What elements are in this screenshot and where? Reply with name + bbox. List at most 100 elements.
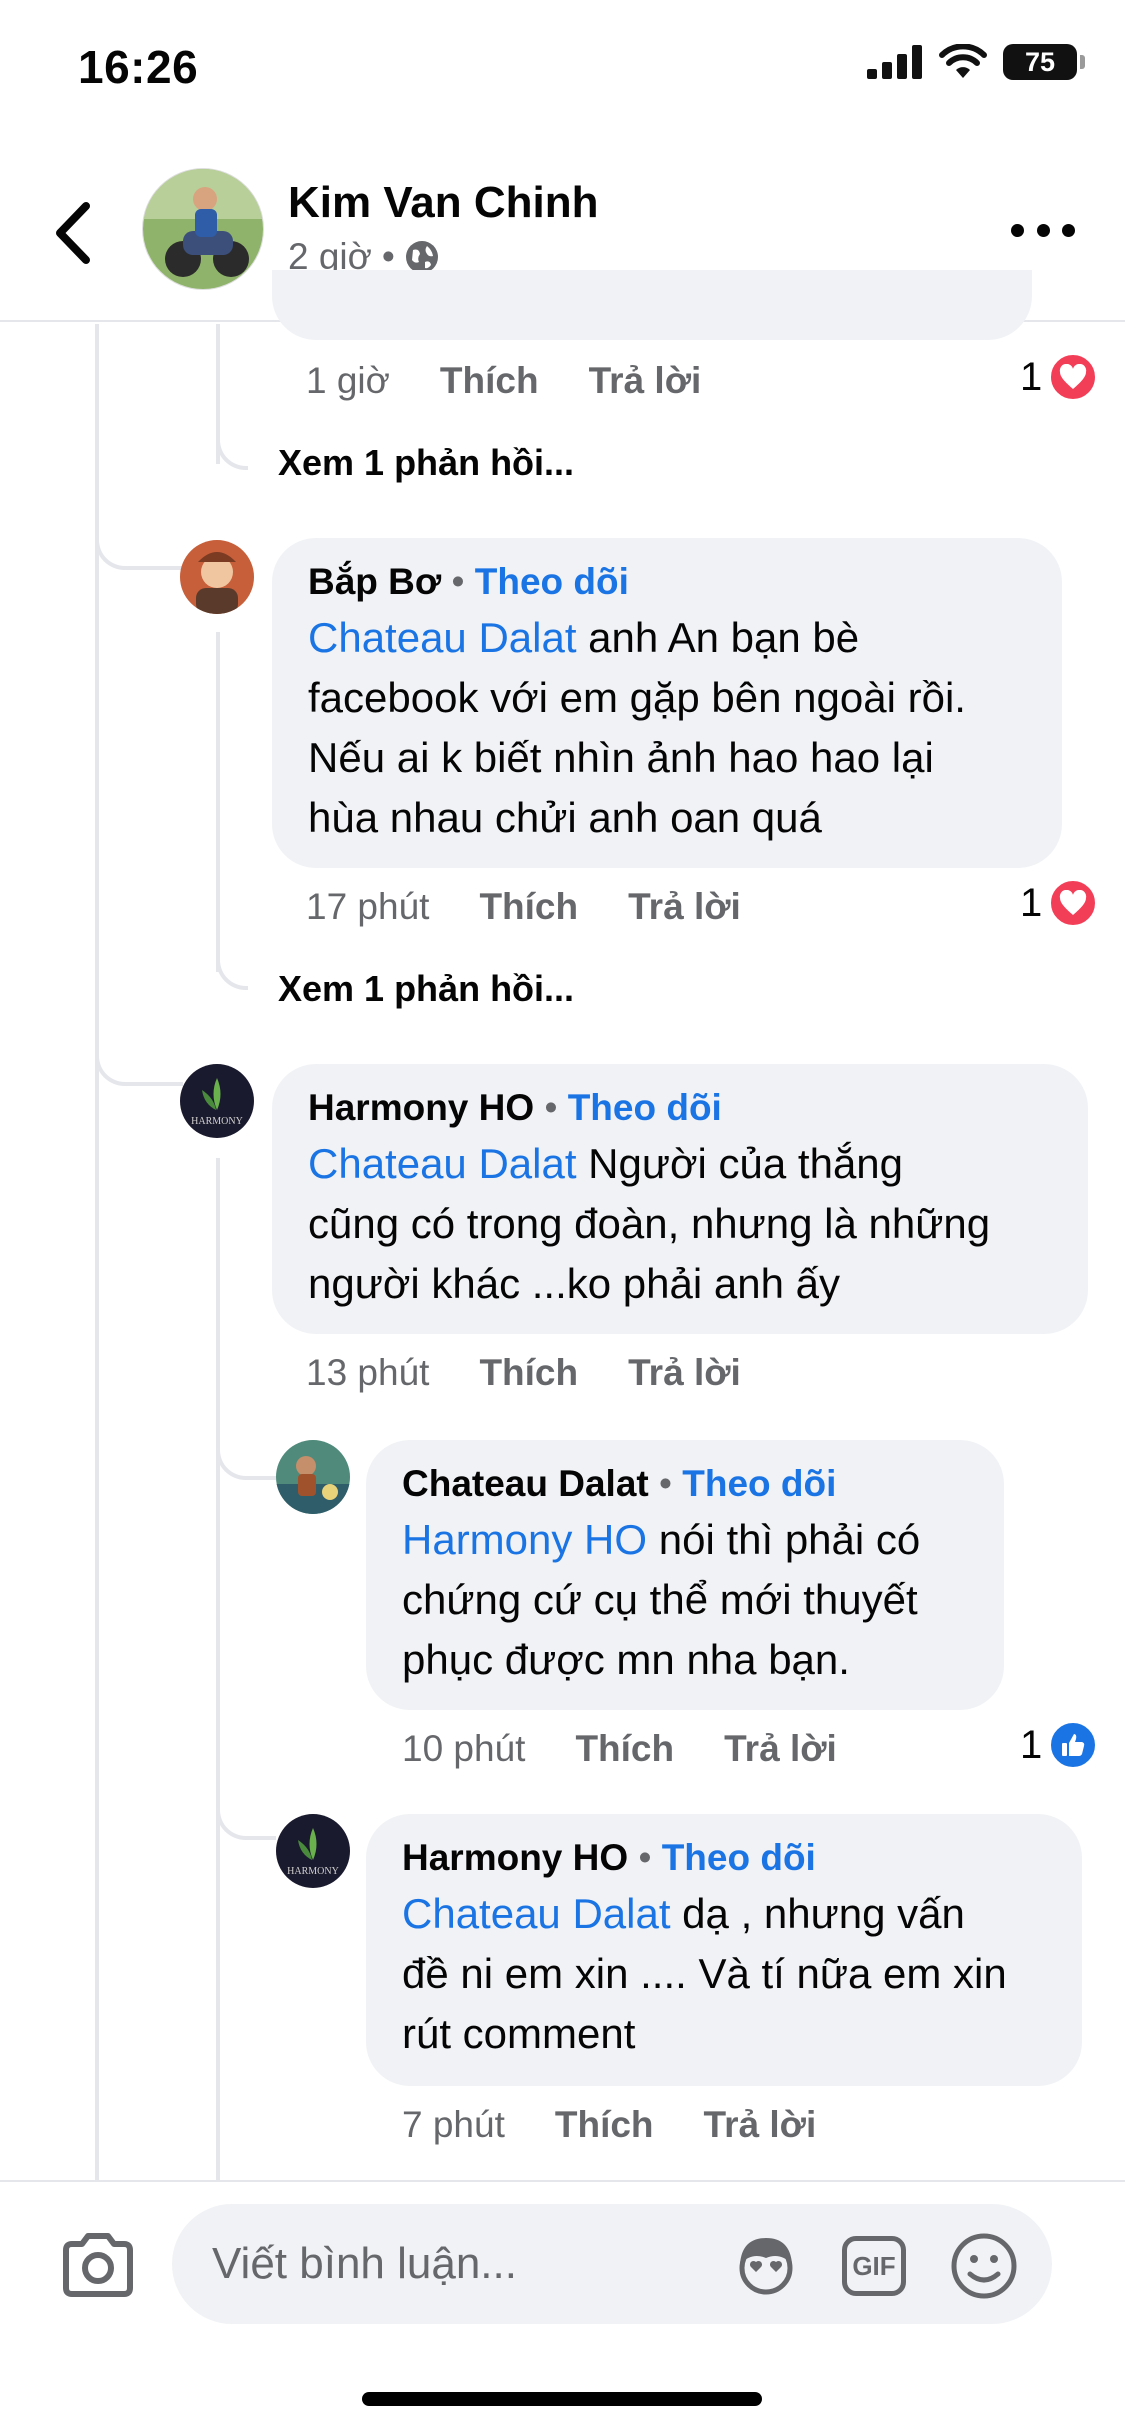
commenter-avatar[interactable] xyxy=(180,540,254,614)
mention-link[interactable]: Chateau Dalat xyxy=(308,1140,577,1187)
comment-bubble[interactable]: Chateau Dalat • Theo dõi Harmony HO nói … xyxy=(366,1440,1004,1710)
reaction-count: 1 xyxy=(1020,880,1043,925)
home-indicator[interactable] xyxy=(362,2392,762,2406)
wifi-icon xyxy=(939,44,987,78)
thread-line-main xyxy=(95,324,99,2180)
more-options-button[interactable] xyxy=(1011,210,1075,250)
avatar-sticker-icon[interactable] xyxy=(730,2230,802,2302)
comment-time: 1 giờ xyxy=(306,360,390,401)
status-bar: 16:26 75 xyxy=(0,0,1125,140)
comment-meta: 7 phút Thích Trả lời xyxy=(402,2104,816,2146)
camera-icon[interactable] xyxy=(60,2230,136,2300)
thread-line-reply xyxy=(216,1158,220,2180)
thread-curve xyxy=(216,1760,276,1840)
comment-text-segment: nói thì phải có xyxy=(647,1516,921,1563)
commenter-avatar[interactable]: HARMONY xyxy=(180,1064,254,1138)
comment-bubble[interactable]: Harmony HO • Theo dõi Chateau Dalat Ngườ… xyxy=(272,1064,1088,1334)
comment-text-line: chứng cứ cụ thể mới thuyết xyxy=(402,1576,918,1623)
thread-curve xyxy=(95,324,183,570)
like-button[interactable]: Thích xyxy=(575,1728,674,1770)
like-button[interactable]: Thích xyxy=(555,2104,654,2146)
heart-icon xyxy=(1048,878,1099,928)
like-icon xyxy=(1048,1720,1099,1770)
svg-text:HARMONY: HARMONY xyxy=(287,1866,339,1877)
thread-curve xyxy=(216,1400,276,1480)
author-separator: • xyxy=(659,1463,672,1504)
commenter-avatar[interactable] xyxy=(276,1440,350,1514)
gif-button[interactable]: GIF xyxy=(838,2230,910,2302)
emoji-icon[interactable] xyxy=(948,2230,1020,2302)
comment-bubble[interactable]: Bắp Bơ • Theo dõi Chateau Dalat anh An b… xyxy=(272,538,1062,868)
comment-meta: 10 phút Thích Trả lời xyxy=(402,1728,837,1770)
more-dot xyxy=(1062,223,1075,237)
comment-time: 17 phút xyxy=(306,886,430,927)
comment-text-line: hùa nhau chửi anh oan quá xyxy=(308,794,822,841)
comment-text-line: người khác ...ko phải anh ấy xyxy=(308,1260,840,1307)
mention-link[interactable]: Harmony HO xyxy=(402,1516,647,1563)
comment-header: Harmony HO • Theo dõi xyxy=(308,1086,1056,1130)
battery-icon: 75 xyxy=(1003,44,1085,80)
reply-button[interactable]: Trả lời xyxy=(589,360,702,402)
comment-author[interactable]: Harmony HO xyxy=(402,1837,628,1878)
comment-text-segment: anh An bạn bè xyxy=(576,614,860,661)
more-dot xyxy=(1011,223,1024,237)
thread-curve xyxy=(216,960,248,990)
comment-text: Harmony HO nói thì phải có chứng cứ cụ t… xyxy=(402,1510,972,1690)
heart-icon xyxy=(1048,352,1099,402)
reply-button[interactable]: Trả lời xyxy=(628,886,741,928)
comment-text: Chateau Dalat dạ , nhưng vấn đề ni em xi… xyxy=(402,1884,1050,2064)
comment-bubble-cropped xyxy=(272,270,1032,340)
comment-text: Chateau Dalat anh An bạn bè facebook với… xyxy=(308,608,1030,848)
follow-button[interactable]: Theo dõi xyxy=(682,1463,836,1504)
mention-link[interactable]: Chateau Dalat xyxy=(402,1890,671,1937)
comment-time: 13 phút xyxy=(306,1352,430,1393)
author-name[interactable]: Kim Van Chinh xyxy=(288,178,598,228)
comment-text: Chateau Dalat Người của thắng cũng có tr… xyxy=(308,1134,1056,1314)
back-button[interactable] xyxy=(48,198,100,268)
reply-button[interactable]: Trả lời xyxy=(704,2104,817,2146)
follow-button[interactable]: Theo dõi xyxy=(475,561,629,602)
reaction-summary[interactable]: 1 xyxy=(1020,352,1099,402)
thread-curve xyxy=(95,840,183,1086)
comment-header: Chateau Dalat • Theo dõi xyxy=(402,1462,972,1506)
comment-text-line: rút comment xyxy=(402,2010,636,2057)
comment-input[interactable] xyxy=(172,2204,1052,2324)
like-button[interactable]: Thích xyxy=(479,886,578,928)
follow-button[interactable]: Theo dõi xyxy=(568,1087,722,1128)
svg-text:HARMONY: HARMONY xyxy=(191,1116,243,1127)
reaction-summary[interactable]: 1 xyxy=(1020,878,1099,928)
status-time: 16:26 xyxy=(78,41,199,93)
like-button[interactable]: Thích xyxy=(479,1352,578,1394)
reply-button[interactable]: Trả lời xyxy=(628,1352,741,1394)
reaction-count: 1 xyxy=(1020,1722,1043,1767)
reply-button[interactable]: Trả lời xyxy=(724,1728,837,1770)
comment-bubble[interactable]: Harmony HO • Theo dõi Chateau Dalat dạ ,… xyxy=(366,1814,1082,2086)
comment-meta: 13 phút Thích Trả lời xyxy=(306,1352,741,1394)
comment-time: 7 phút xyxy=(402,2104,505,2145)
comment-time: 10 phút xyxy=(402,1728,526,1769)
comment-header: Harmony HO • Theo dõi xyxy=(402,1836,1050,1880)
comment-author[interactable]: Harmony HO xyxy=(308,1087,534,1128)
comment-header: Bắp Bơ • Theo dõi xyxy=(308,560,1030,604)
author-avatar[interactable] xyxy=(142,168,264,290)
author-separator: • xyxy=(638,1837,652,1878)
comment-author[interactable]: Bắp Bơ xyxy=(308,561,441,602)
reaction-summary[interactable]: 1 xyxy=(1020,1720,1099,1770)
more-dot xyxy=(1036,223,1050,237)
commenter-avatar[interactable]: HARMONY xyxy=(276,1814,350,1888)
author-separator: • xyxy=(544,1087,558,1128)
globe-icon xyxy=(405,241,438,273)
comment-meta: 17 phút Thích Trả lời xyxy=(306,886,741,928)
comment-text-line: facebook với em gặp bên ngoài rồi. xyxy=(308,674,966,721)
mention-link[interactable]: Chateau Dalat xyxy=(308,614,577,661)
like-button[interactable]: Thích xyxy=(440,360,539,402)
comment-author[interactable]: Chateau Dalat xyxy=(402,1463,649,1504)
comment-meta: 1 giờ Thích Trả lời xyxy=(306,360,701,402)
gif-label: GIF xyxy=(842,2236,906,2296)
see-replies-link[interactable]: Xem 1 phản hồi... xyxy=(278,968,574,1010)
see-replies-link[interactable]: Xem 1 phản hồi... xyxy=(278,442,574,484)
comment-text-segment: dạ , nhưng vấn xyxy=(670,1890,965,1937)
comment-text-line: cũng có trong đoàn, nhưng là những xyxy=(308,1200,991,1247)
comment-text-line: đề ni em xin .... Và tí nữa em xin xyxy=(402,1950,1007,1997)
follow-button[interactable]: Theo dõi xyxy=(662,1837,816,1878)
